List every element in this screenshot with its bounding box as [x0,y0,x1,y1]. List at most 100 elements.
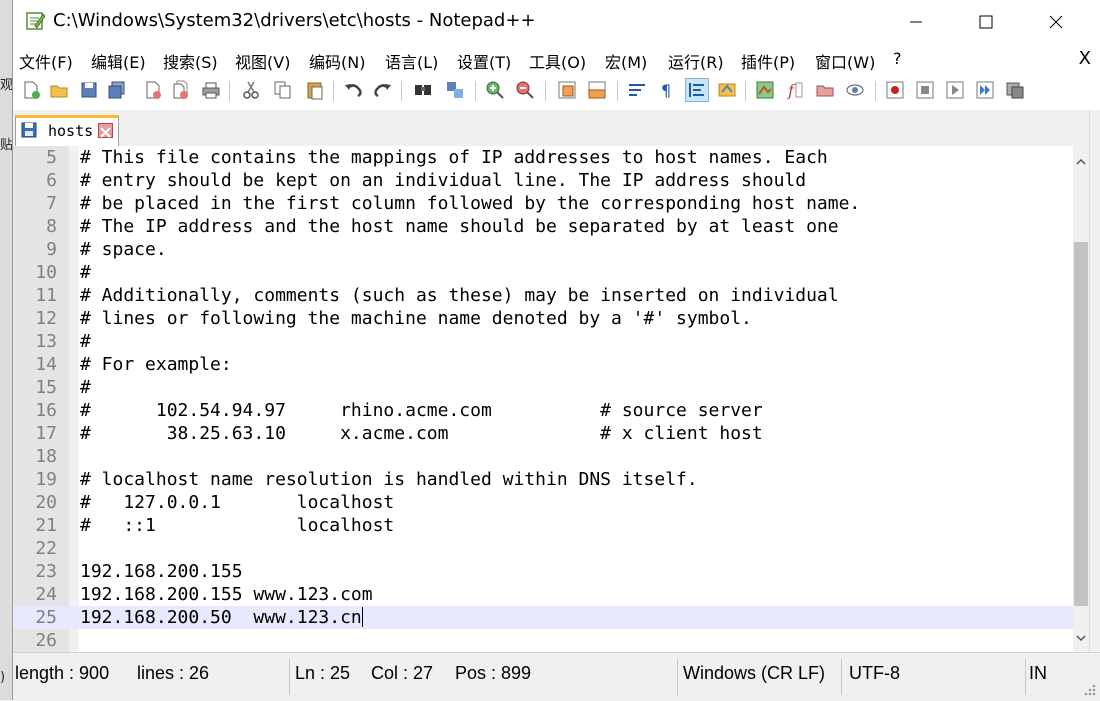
menu-tools[interactable]: 工具(O) [529,49,586,73]
menu-search[interactable]: 搜索(S) [163,49,218,73]
code-line[interactable]: 5 # This file contains the mappings of IP… [13,146,1073,169]
status-eol-format[interactable]: Windows (CR LF) [683,663,825,684]
code-line[interactable]: 12 # lines or following the machine name … [13,307,1073,330]
menu-macro[interactable]: 宏(M) [605,49,647,73]
record-macro-icon[interactable] [883,78,907,102]
redo-icon[interactable] [371,78,395,102]
run-macro-multiple-icon[interactable] [973,78,997,102]
title-bar[interactable]: C:\Windows\System32\drivers\etc\hosts - … [13,0,1100,44]
paste-icon[interactable] [303,78,327,102]
line-text[interactable]: # be placed in the first column followed… [80,192,860,215]
menu-plugins[interactable]: 插件(P) [741,49,795,73]
zoom-in-icon[interactable] [483,78,507,102]
tab-hosts[interactable]: hosts [15,115,119,146]
text-editor[interactable]: 5 # This file contains the mappings of IP… [13,146,1073,652]
line-text[interactable]: # 38.25.63.10 x.acme.com # x client host [80,422,763,445]
resize-grip-icon[interactable] [1083,683,1097,697]
folder-as-workspace-icon[interactable] [813,78,837,102]
menu-language[interactable]: 语言(L) [385,49,438,73]
menu-settings[interactable]: 设置(T) [457,49,511,73]
code-line[interactable]: 16 # 102.54.94.97 rhino.acme.com # source… [13,399,1073,422]
save-icon[interactable] [77,78,101,102]
copy-icon[interactable] [271,78,295,102]
undo-icon[interactable] [341,78,365,102]
line-text[interactable]: 192.168.200.155 [80,560,243,583]
line-text[interactable]: # The IP address and the host name shoul… [80,215,839,238]
scroll-up-icon[interactable] [1075,156,1087,168]
line-text[interactable]: # [80,376,91,399]
save-macro-icon[interactable] [1003,78,1027,102]
indent-guide-icon[interactable] [685,78,709,102]
line-text[interactable]: # This file contains the mappings of IP … [80,146,828,169]
function-list-icon[interactable]: f [783,78,807,102]
stop-recording-icon[interactable] [913,78,937,102]
line-text[interactable]: 192.168.200.155 www.123.com [80,583,373,606]
code-line[interactable]: 21 # ::1 localhost [13,514,1073,537]
close-file-icon[interactable] [141,78,165,102]
code-line[interactable]: 23 192.168.200.155 [13,560,1073,583]
line-text[interactable]: # 127.0.0.1 localhost [80,491,394,514]
line-text[interactable]: # lines or following the machine name de… [80,307,752,330]
line-text[interactable]: # 102.54.94.97 rhino.acme.com # source s… [80,399,763,422]
minimize-button[interactable] [881,0,951,44]
line-text[interactable]: # entry should be kept on an individual … [80,169,806,192]
user-defined-language-icon[interactable] [715,78,739,102]
menu-view[interactable]: 视图(V) [235,49,290,73]
status-encoding[interactable]: UTF-8 [849,663,900,684]
zoom-out-icon[interactable] [513,78,537,102]
code-line[interactable]: 15 # [13,376,1073,399]
sync-vertical-icon[interactable] [555,78,579,102]
document-map-icon[interactable] [753,78,777,102]
new-file-icon[interactable] [19,78,43,102]
menu-window[interactable]: 窗口(W) [815,49,875,73]
current-line[interactable]: 25 192.168.200.50 www.123.cn [13,606,1073,629]
sync-horizontal-icon[interactable] [585,78,609,102]
word-wrap-icon[interactable] [625,78,649,102]
close-document-button[interactable]: X [1079,48,1091,69]
code-line[interactable]: 7 # be placed in the first column followe… [13,192,1073,215]
cut-icon[interactable] [239,78,263,102]
save-all-icon[interactable] [105,78,129,102]
code-line[interactable]: 13 # [13,330,1073,353]
code-line[interactable]: 19 # localhost name resolution is handled… [13,468,1073,491]
line-text[interactable]: # Additionally, comments (such as these)… [80,284,839,307]
code-line[interactable]: 10 # [13,261,1073,284]
code-line[interactable]: 22 [13,537,1073,560]
close-all-icon[interactable] [169,78,193,102]
vertical-scrollbar[interactable] [1073,146,1089,652]
maximize-button[interactable] [951,0,1021,44]
tab-close-icon[interactable] [98,123,113,138]
line-text[interactable]: 192.168.200.50 www.123.cn [80,606,363,629]
replace-icon[interactable] [443,78,467,102]
editor-lines[interactable]: 5 # This file contains the mappings of IP… [13,146,1073,652]
code-line[interactable]: 6 # entry should be kept on an individual… [13,169,1073,192]
code-line[interactable]: 17 # 38.25.63.10 x.acme.com # x client ho… [13,422,1073,445]
find-icon[interactable] [411,78,435,102]
playback-macro-icon[interactable] [943,78,967,102]
code-line[interactable]: 24 192.168.200.155 www.123.com [13,583,1073,606]
code-line[interactable]: 14 # For example: [13,353,1073,376]
menu-edit[interactable]: 编辑(E) [91,49,146,73]
menu-run[interactable]: 运行(R) [668,49,724,73]
menu-encoding[interactable]: 编码(N) [309,49,365,73]
line-text[interactable]: # [80,330,91,353]
print-icon[interactable] [199,78,223,102]
code-line[interactable]: 26 [13,629,1073,652]
open-file-icon[interactable] [47,78,71,102]
show-all-characters-icon[interactable]: ¶ [655,78,679,102]
line-text[interactable]: # ::1 localhost [80,514,394,537]
code-line[interactable]: 11 # Additionally, comments (such as thes… [13,284,1073,307]
close-button[interactable] [1021,0,1091,44]
line-text[interactable]: # For example: [80,353,232,376]
menu-help[interactable]: ? [893,49,902,68]
code-line[interactable]: 18 [13,445,1073,468]
menu-file[interactable]: 文件(F) [19,49,73,73]
line-text[interactable]: # space. [80,238,167,261]
code-line[interactable]: 20 # 127.0.0.1 localhost [13,491,1073,514]
line-text[interactable]: # [80,261,91,284]
scroll-down-icon[interactable] [1075,632,1087,644]
code-line[interactable]: 9 # space. [13,238,1073,261]
monitoring-icon[interactable] [843,78,867,102]
scrollbar-thumb[interactable] [1074,242,1088,606]
line-text[interactable]: # localhost name resolution is handled w… [80,468,698,491]
